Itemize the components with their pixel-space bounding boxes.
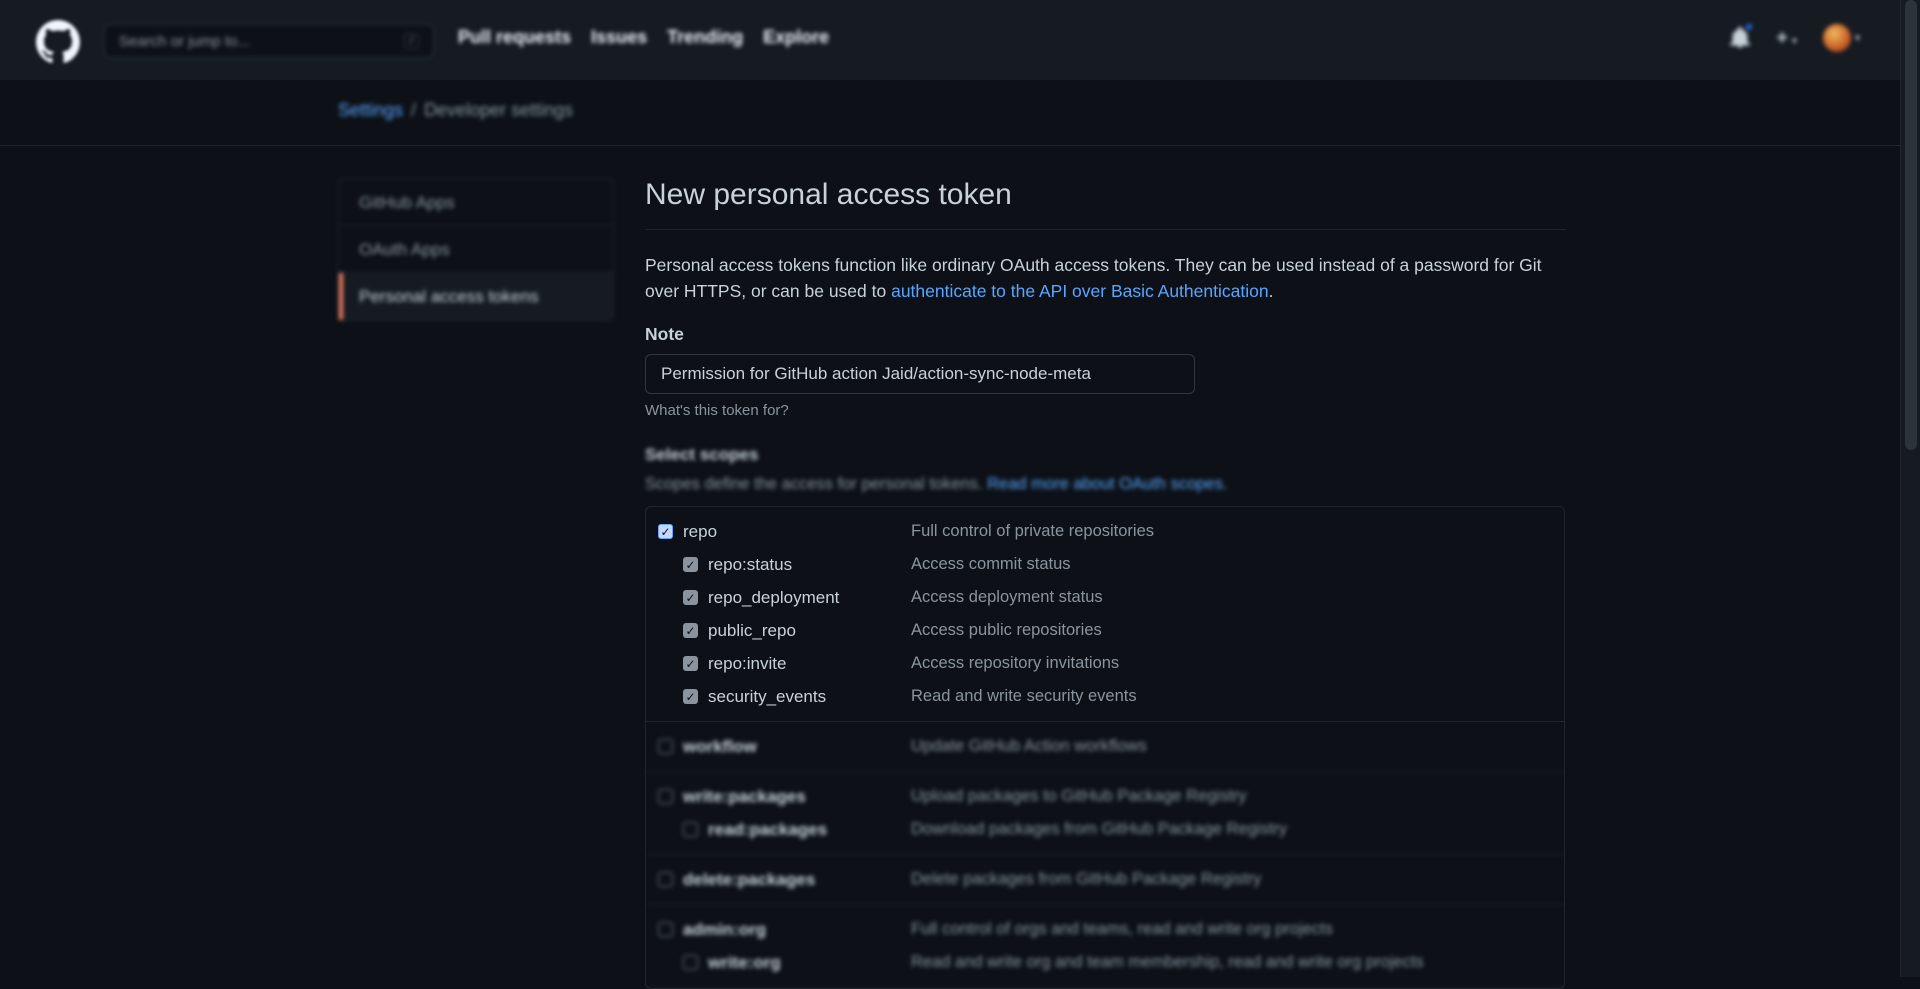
scope-row: ✓ repo Full control of private repositor… (646, 515, 1564, 548)
scope-row: read:packages Download packages from Git… (646, 813, 1564, 846)
scope-row: delete:packages Delete packages from Git… (646, 863, 1564, 896)
search-placeholder: Search or jump to... (119, 32, 250, 50)
scope-group-admin-org: admin:org Full control of orgs and teams… (646, 905, 1564, 988)
user-menu[interactable]: ▾ (1822, 24, 1860, 52)
scope-name: repo:invite (708, 653, 787, 673)
scope-group-repo: ✓ repo Full control of private repositor… (646, 507, 1564, 722)
scope-description: Full control of orgs and teams, read and… (911, 920, 1333, 938)
scope-description: Access commit status (911, 555, 1071, 573)
scope-row: ✓ security_events Read and write securit… (646, 680, 1564, 713)
scope-description: Upload packages to GitHub Package Regist… (911, 787, 1247, 805)
write-org-checkbox[interactable] (683, 955, 698, 970)
scope-name: delete:packages (683, 869, 816, 889)
oauth-scopes-link[interactable]: Read more about OAuth scopes. (987, 475, 1227, 493)
avatar (1822, 24, 1851, 52)
create-new-menu[interactable]: + ▾ (1776, 27, 1797, 50)
security-events-checkbox[interactable]: ✓ (683, 689, 698, 704)
scope-name: repo_deployment (708, 587, 840, 607)
top-header: Search or jump to... / Pull requests Iss… (0, 0, 1900, 80)
workflow-checkbox[interactable] (658, 739, 673, 754)
scope-name: write:org (708, 952, 781, 972)
sidebar-item-oauth-apps[interactable]: OAuth Apps (339, 226, 613, 273)
scope-description: Delete packages from GitHub Package Regi… (911, 870, 1262, 888)
note-input[interactable] (645, 354, 1195, 394)
public-repo-checkbox[interactable]: ✓ (683, 623, 698, 638)
chevron-down-icon: ▾ (1791, 35, 1797, 47)
header-actions: + ▾ ▾ (1730, 22, 1860, 52)
page-title: New personal access token (645, 178, 1565, 230)
scrollbar-thumb[interactable] (1905, 0, 1917, 450)
scope-row: workflow Update GitHub Action workflows (646, 730, 1564, 763)
scope-name: repo:status (708, 554, 793, 574)
scopes-description: Scopes define the access for personal to… (645, 475, 1565, 494)
scope-group-delete-packages: delete:packages Delete packages from Git… (646, 855, 1564, 905)
intro-paragraph: Personal access tokens function like ord… (645, 252, 1565, 304)
scope-row: ✓ repo:invite Access repository invitati… (646, 647, 1564, 680)
note-hint: What's this token for? (645, 402, 789, 419)
repo-checkbox[interactable]: ✓ (658, 524, 673, 539)
notification-dot (1744, 22, 1755, 32)
scope-name: read:packages (708, 819, 828, 839)
nav-trending[interactable]: Trending (667, 27, 743, 48)
scope-description: Full control of private repositories (911, 522, 1155, 540)
scope-name: public_repo (708, 620, 796, 640)
read-packages-checkbox[interactable] (683, 822, 698, 837)
scopes-title: Select scopes (645, 445, 759, 464)
breadcrumb-separator: / (411, 100, 417, 120)
scope-description: Access public repositories (911, 621, 1102, 639)
github-logo-icon[interactable] (36, 20, 80, 64)
admin-org-checkbox[interactable] (658, 922, 673, 937)
scope-description: Download packages from GitHub Package Re… (911, 820, 1288, 838)
search-shortcut-badge: / (403, 33, 419, 49)
repo-invite-checkbox[interactable]: ✓ (683, 656, 698, 671)
scope-row: write:org Read and write org and team me… (646, 946, 1564, 979)
nav-explore[interactable]: Explore (763, 27, 829, 48)
scope-name: security_events (708, 686, 827, 706)
delete-packages-checkbox[interactable] (658, 872, 673, 887)
scope-name: repo (683, 521, 718, 541)
scope-name: workflow (683, 736, 757, 756)
breadcrumb: Settings / Developer settings (338, 100, 573, 121)
scope-description: Read and write org and team membership, … (911, 953, 1424, 971)
page-scrollbar[interactable] (1900, 0, 1920, 977)
scope-description: Access deployment status (911, 588, 1103, 606)
main-content: New personal access token Personal acces… (645, 178, 1565, 989)
notifications-bell-icon[interactable] (1730, 22, 1755, 50)
write-packages-checkbox[interactable] (658, 789, 673, 804)
scope-group-write-packages: write:packages Upload packages to GitHub… (646, 772, 1564, 855)
note-label: Note (645, 324, 684, 344)
scope-group-workflow: workflow Update GitHub Action workflows (646, 722, 1564, 772)
scope-row: write:packages Upload packages to GitHub… (646, 780, 1564, 813)
breadcrumb-current: Developer settings (424, 100, 574, 120)
nav-pull-requests[interactable]: Pull requests (458, 27, 571, 48)
breadcrumb-settings-link[interactable]: Settings (338, 100, 403, 120)
sidebar-item-personal-access-tokens[interactable]: Personal access tokens (339, 273, 613, 320)
scope-description: Read and write security events (911, 687, 1137, 705)
sidebar-item-github-apps[interactable]: GitHub Apps (339, 179, 613, 226)
subheader (0, 80, 1900, 146)
global-nav: Pull requests Issues Trending Explore (458, 27, 829, 48)
intro-end: . (1268, 281, 1274, 301)
scope-description: Update GitHub Action workflows (911, 737, 1147, 755)
scope-name: write:packages (683, 786, 806, 806)
chevron-down-icon: ▾ (1854, 32, 1860, 44)
basic-auth-link[interactable]: authenticate to the API over Basic Authe… (891, 281, 1268, 301)
settings-sidebar: GitHub Apps OAuth Apps Personal access t… (338, 178, 614, 321)
search-input[interactable]: Search or jump to... / (104, 24, 434, 58)
nav-issues[interactable]: Issues (591, 27, 647, 48)
scope-row: ✓ public_repo Access public repositories (646, 614, 1564, 647)
scope-row: ✓ repo_deployment Access deployment stat… (646, 581, 1564, 614)
scopes-desc-text: Scopes define the access for personal to… (645, 475, 988, 493)
plus-icon: + (1776, 26, 1788, 49)
repo-status-checkbox[interactable]: ✓ (683, 557, 698, 572)
scopes-list: ✓ repo Full control of private repositor… (645, 506, 1565, 989)
scope-name: admin:org (683, 919, 767, 939)
scope-description: Access repository invitations (911, 654, 1120, 672)
scope-row: admin:org Full control of orgs and teams… (646, 913, 1564, 946)
repo-deployment-checkbox[interactable]: ✓ (683, 590, 698, 605)
scope-row: ✓ repo:status Access commit status (646, 548, 1564, 581)
